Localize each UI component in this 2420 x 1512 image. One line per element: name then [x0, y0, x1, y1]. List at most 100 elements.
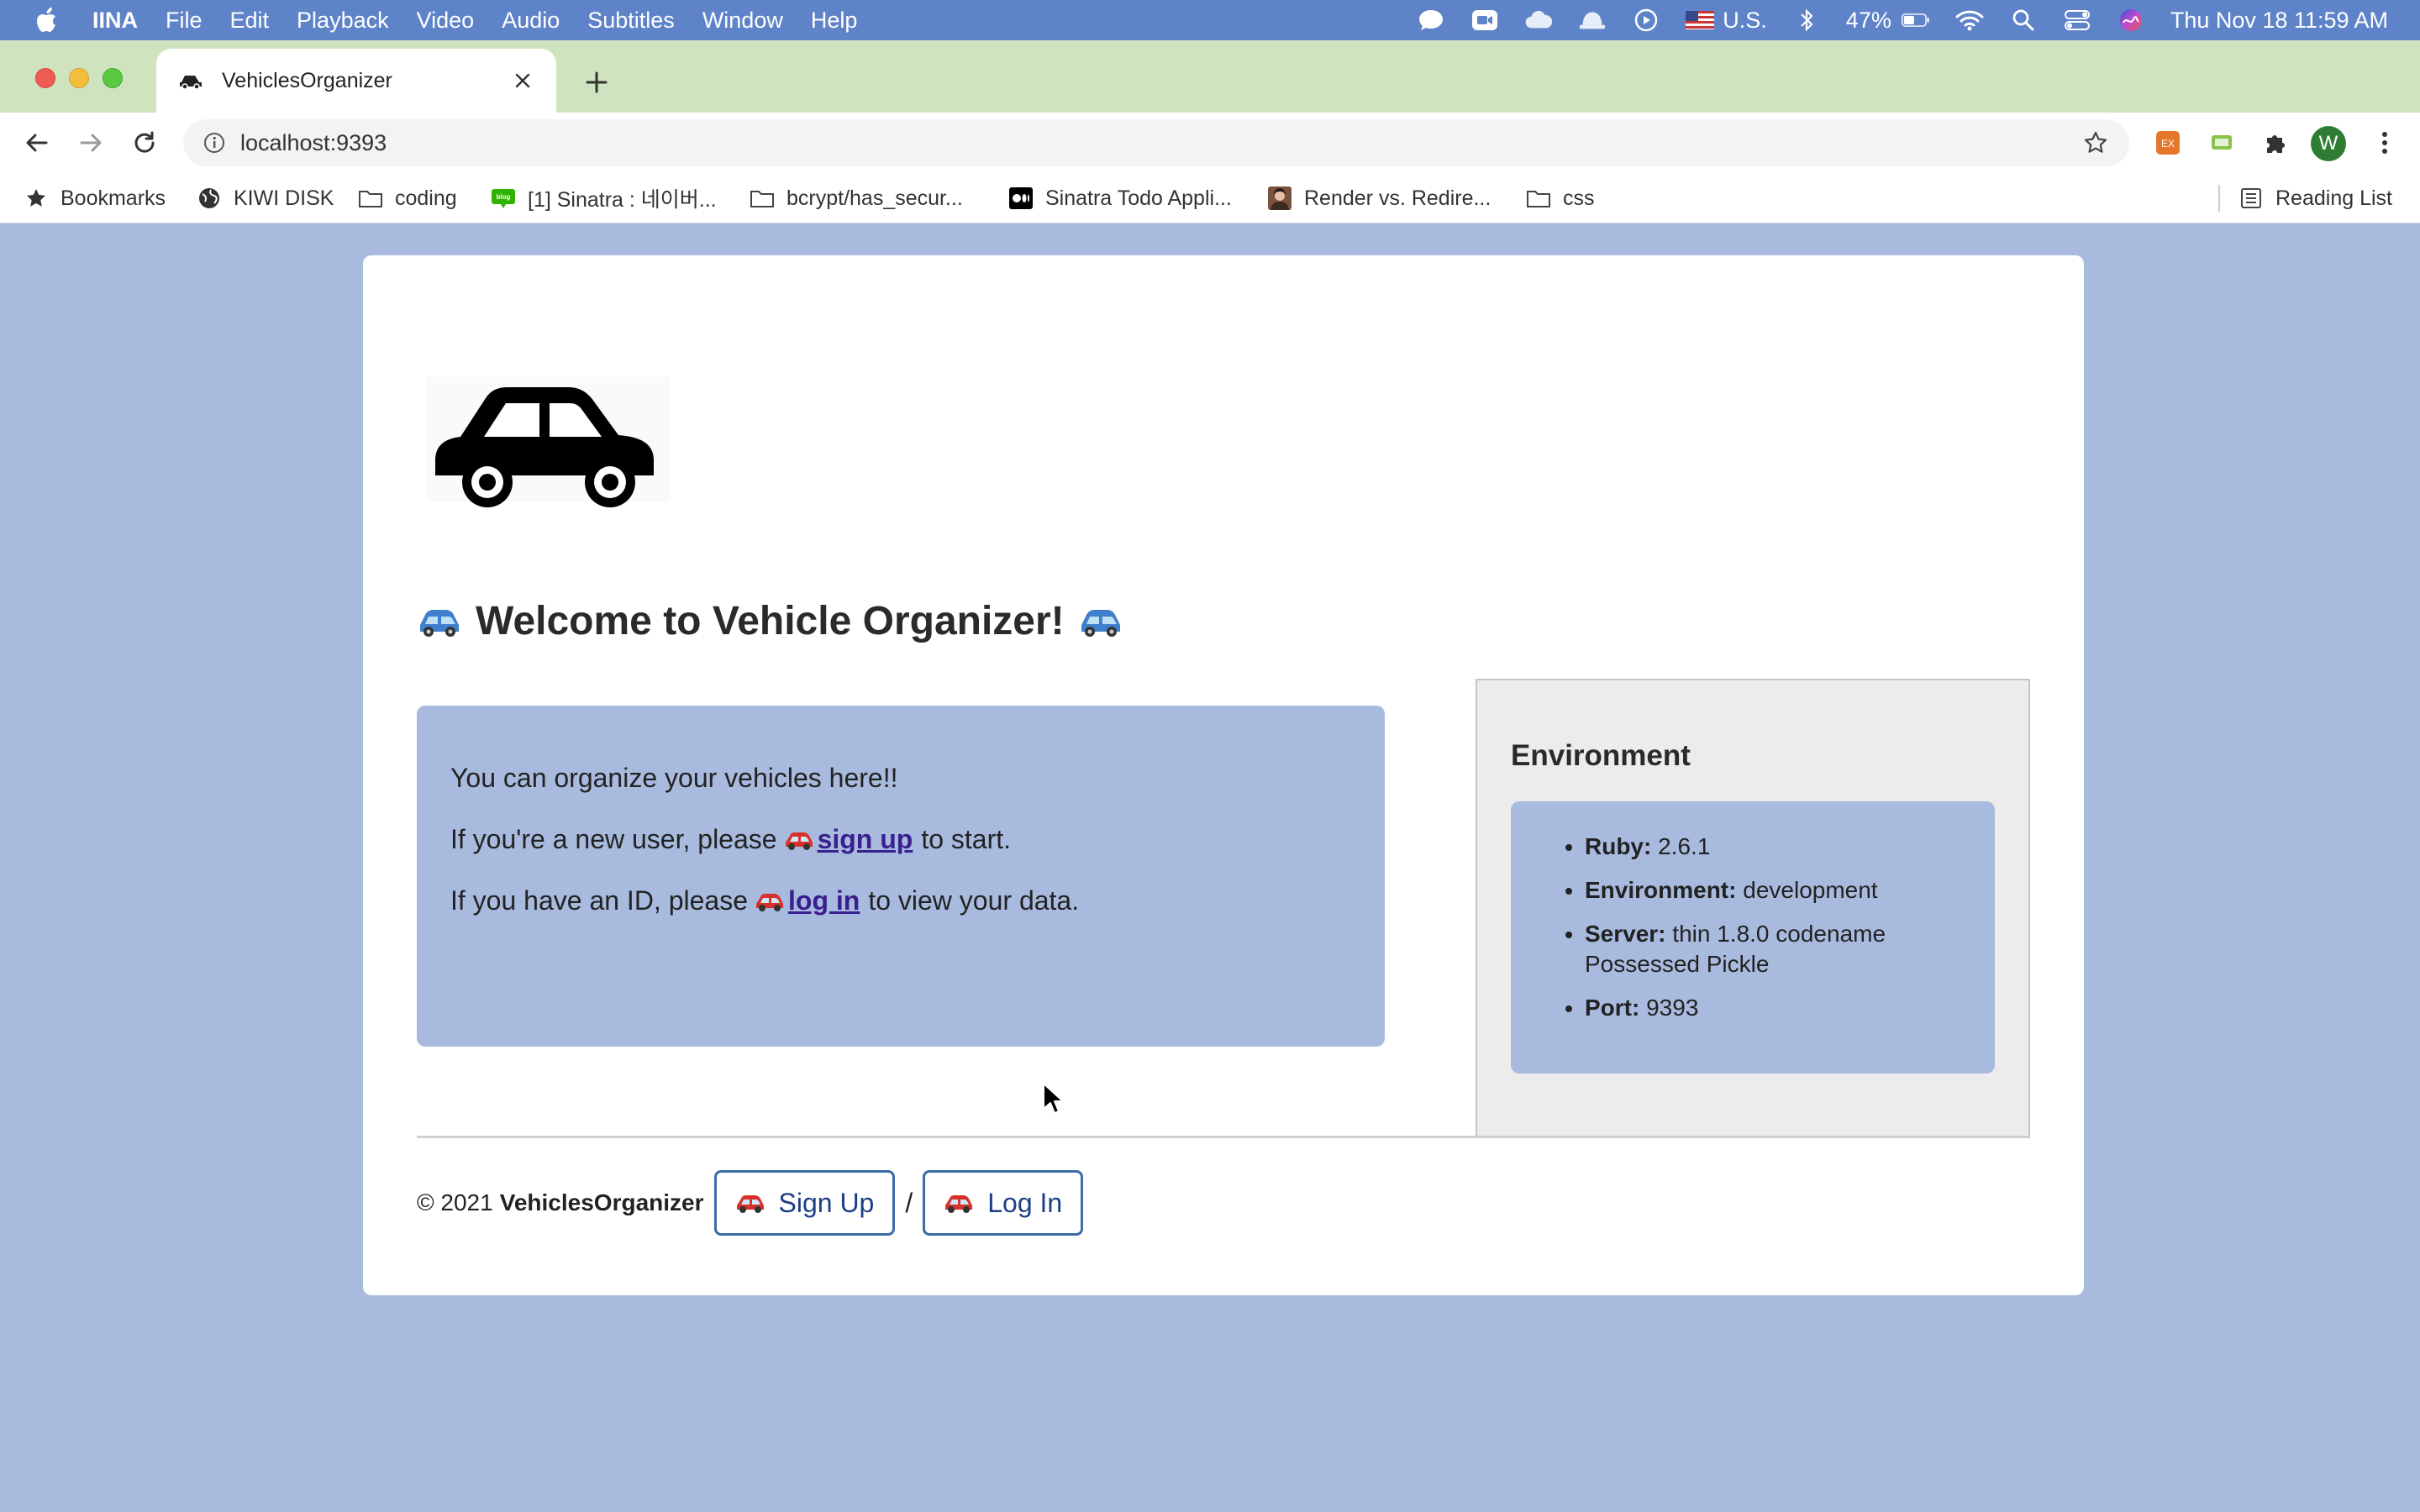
control-center-icon[interactable] [2063, 8, 2091, 33]
bookmark-label: Sinatra Todo Appli... [1045, 186, 1232, 210]
environment-panel: Environment Ruby: 2.6.1 Environment: dev… [1476, 679, 2030, 1137]
intro-line-3: If you have an ID, please log in to view… [450, 885, 1351, 916]
reading-list-label: Reading List [2275, 186, 2392, 210]
cloud-icon[interactable] [1524, 8, 1553, 33]
bookmark-item-kiwi-disk[interactable]: KIWI DISK [197, 173, 334, 223]
intro-text: If you have an ID, please [450, 885, 748, 916]
reading-list-icon [2238, 186, 2264, 210]
back-arrow-icon[interactable] [20, 126, 54, 160]
bookmarks-separator [2218, 185, 2220, 212]
blue-car-icon [420, 609, 459, 637]
folder-icon [358, 186, 383, 210]
environment-details: Ruby: 2.6.1 Environment: development Ser… [1511, 801, 1995, 1074]
battery-icon[interactable] [1901, 8, 1930, 33]
reload-icon[interactable] [128, 126, 161, 160]
menu-file[interactable]: File [166, 8, 203, 34]
svg-text:EX: EX [2161, 138, 2175, 150]
menu-window[interactable]: Window [702, 8, 783, 34]
env-value: development [1743, 877, 1878, 903]
bookmark-folder-bcrypt[interactable]: bcrypt/has_secur... [750, 173, 963, 223]
red-car-icon [945, 1195, 973, 1213]
intro-line-1: You can organize your vehicles here!! [450, 763, 1351, 794]
forward-arrow-icon[interactable] [74, 126, 108, 160]
window-minimize-button[interactable] [69, 68, 89, 88]
sign-up-link[interactable]: sign up [777, 824, 913, 855]
window-close-button[interactable] [35, 68, 55, 88]
log-in-button[interactable]: Log In [923, 1170, 1084, 1236]
extension-ex-icon[interactable]: EX [2153, 128, 2183, 158]
sign-up-button[interactable]: Sign Up [713, 1170, 896, 1236]
reading-list-button[interactable]: Reading List [2238, 173, 2392, 223]
browser-menu-kebab-icon[interactable] [2370, 128, 2400, 158]
extension-screen-icon[interactable] [2207, 128, 2237, 158]
siri-icon[interactable] [2117, 8, 2145, 33]
bookmark-item-render-vs-redirect[interactable]: Render vs. Redire... [1267, 173, 1491, 223]
bookmark-item-bookmarks[interactable]: Bookmarks [24, 173, 166, 223]
bluetooth-icon[interactable] [1792, 8, 1821, 33]
sign-up-button-label: Sign Up [778, 1187, 875, 1218]
menu-playback[interactable]: Playback [297, 8, 389, 34]
menu-help[interactable]: Help [811, 8, 858, 34]
profile-avatar[interactable]: W [2311, 126, 2346, 161]
menu-subtitles[interactable]: Subtitles [587, 8, 675, 34]
page-footer: © 2021 VehiclesOrganizer Sign Up / Log I… [417, 1169, 1084, 1236]
address-bar[interactable]: localhost:9393 [183, 119, 2129, 166]
input-source-label: U.S. [1723, 7, 1767, 33]
bookmarks-bar: Bookmarks KIWI DISK coding blog [1] Sina… [0, 173, 2420, 223]
us-flag-icon[interactable]: U.S. [1686, 8, 1767, 33]
bookmark-item-sinatra-todo[interactable]: Sinatra Todo Appli... [1008, 173, 1232, 223]
hat-icon[interactable] [1578, 8, 1607, 33]
bookmark-label: Bookmarks [60, 186, 166, 210]
intro-box: You can organize your vehicles here!! If… [417, 706, 1385, 1047]
apple-menu-icon[interactable] [34, 6, 62, 34]
bookmark-label: KIWI DISK [234, 186, 334, 210]
bookmark-label: [1] Sinatra : 네이버... [528, 188, 717, 212]
tab-vehicles-organizer[interactable]: VehiclesOrganizer [156, 49, 556, 113]
footer-divider [417, 1136, 2030, 1138]
log-in-link[interactable]: log in [748, 885, 860, 916]
profile-icon [1267, 186, 1292, 210]
spotlight-search-icon[interactable] [2009, 8, 2038, 33]
bookmark-label: Render vs. Redire... [1304, 186, 1491, 210]
welcome-text: Welcome to Vehicle Organizer! [476, 599, 1065, 643]
window-zoom-button[interactable] [103, 68, 123, 88]
menu-video[interactable]: Video [417, 8, 475, 34]
bookmark-folder-coding[interactable]: coding [358, 173, 457, 223]
bookmark-star-icon[interactable] [2079, 126, 2112, 160]
zoom-icon[interactable] [1470, 8, 1499, 33]
bookmark-label: bcrypt/has_secur... [786, 186, 963, 210]
env-key: Server: [1585, 921, 1666, 947]
play-circle-icon[interactable] [1632, 8, 1660, 33]
menu-audio[interactable]: Audio [502, 8, 560, 34]
page-card: Welcome to Vehicle Organizer! You can or… [363, 255, 2084, 1295]
red-car-icon [785, 832, 813, 850]
site-info-icon[interactable] [200, 129, 229, 157]
sign-up-link-text: sign up [817, 824, 913, 854]
bookmark-item-sinatra-naver[interactable]: blog [1] Sinatra : 네이버... [491, 173, 717, 223]
page-title: Welcome to Vehicle Organizer! [417, 598, 1123, 644]
bookmark-label: coding [395, 186, 457, 210]
env-value: 9393 [1646, 995, 1699, 1021]
tab-close-icon[interactable] [511, 69, 534, 92]
log-in-link-text: log in [788, 885, 860, 916]
extensions-puzzle-icon[interactable] [2260, 128, 2291, 158]
clock-datetime[interactable]: Thu Nov 18 11:59 AM [2170, 8, 2388, 34]
menu-edit[interactable]: Edit [230, 8, 270, 34]
red-car-icon [736, 1195, 764, 1213]
intro-line-2: If you're a new user, please sign up to … [450, 824, 1351, 855]
bookmark-folder-css[interactable]: css [1526, 173, 1595, 223]
intro-text: You can organize your vehicles here!! [450, 763, 898, 793]
svg-text:blog: blog [497, 193, 511, 201]
env-item-environment: Environment: development [1585, 875, 1961, 906]
globe-icon [197, 186, 222, 210]
env-key: Port: [1585, 995, 1640, 1021]
url-text[interactable]: localhost:9393 [240, 130, 2079, 156]
footer-separator: / [905, 1187, 913, 1218]
medium-icon [1008, 186, 1034, 210]
env-item-ruby: Ruby: 2.6.1 [1585, 832, 1961, 862]
wifi-icon[interactable] [1955, 8, 1984, 33]
new-tab-button[interactable] [578, 64, 615, 101]
menu-app-name[interactable]: IINA [92, 8, 138, 34]
chat-bubble-icon[interactable] [1417, 8, 1445, 33]
env-key: Environment: [1585, 877, 1737, 903]
